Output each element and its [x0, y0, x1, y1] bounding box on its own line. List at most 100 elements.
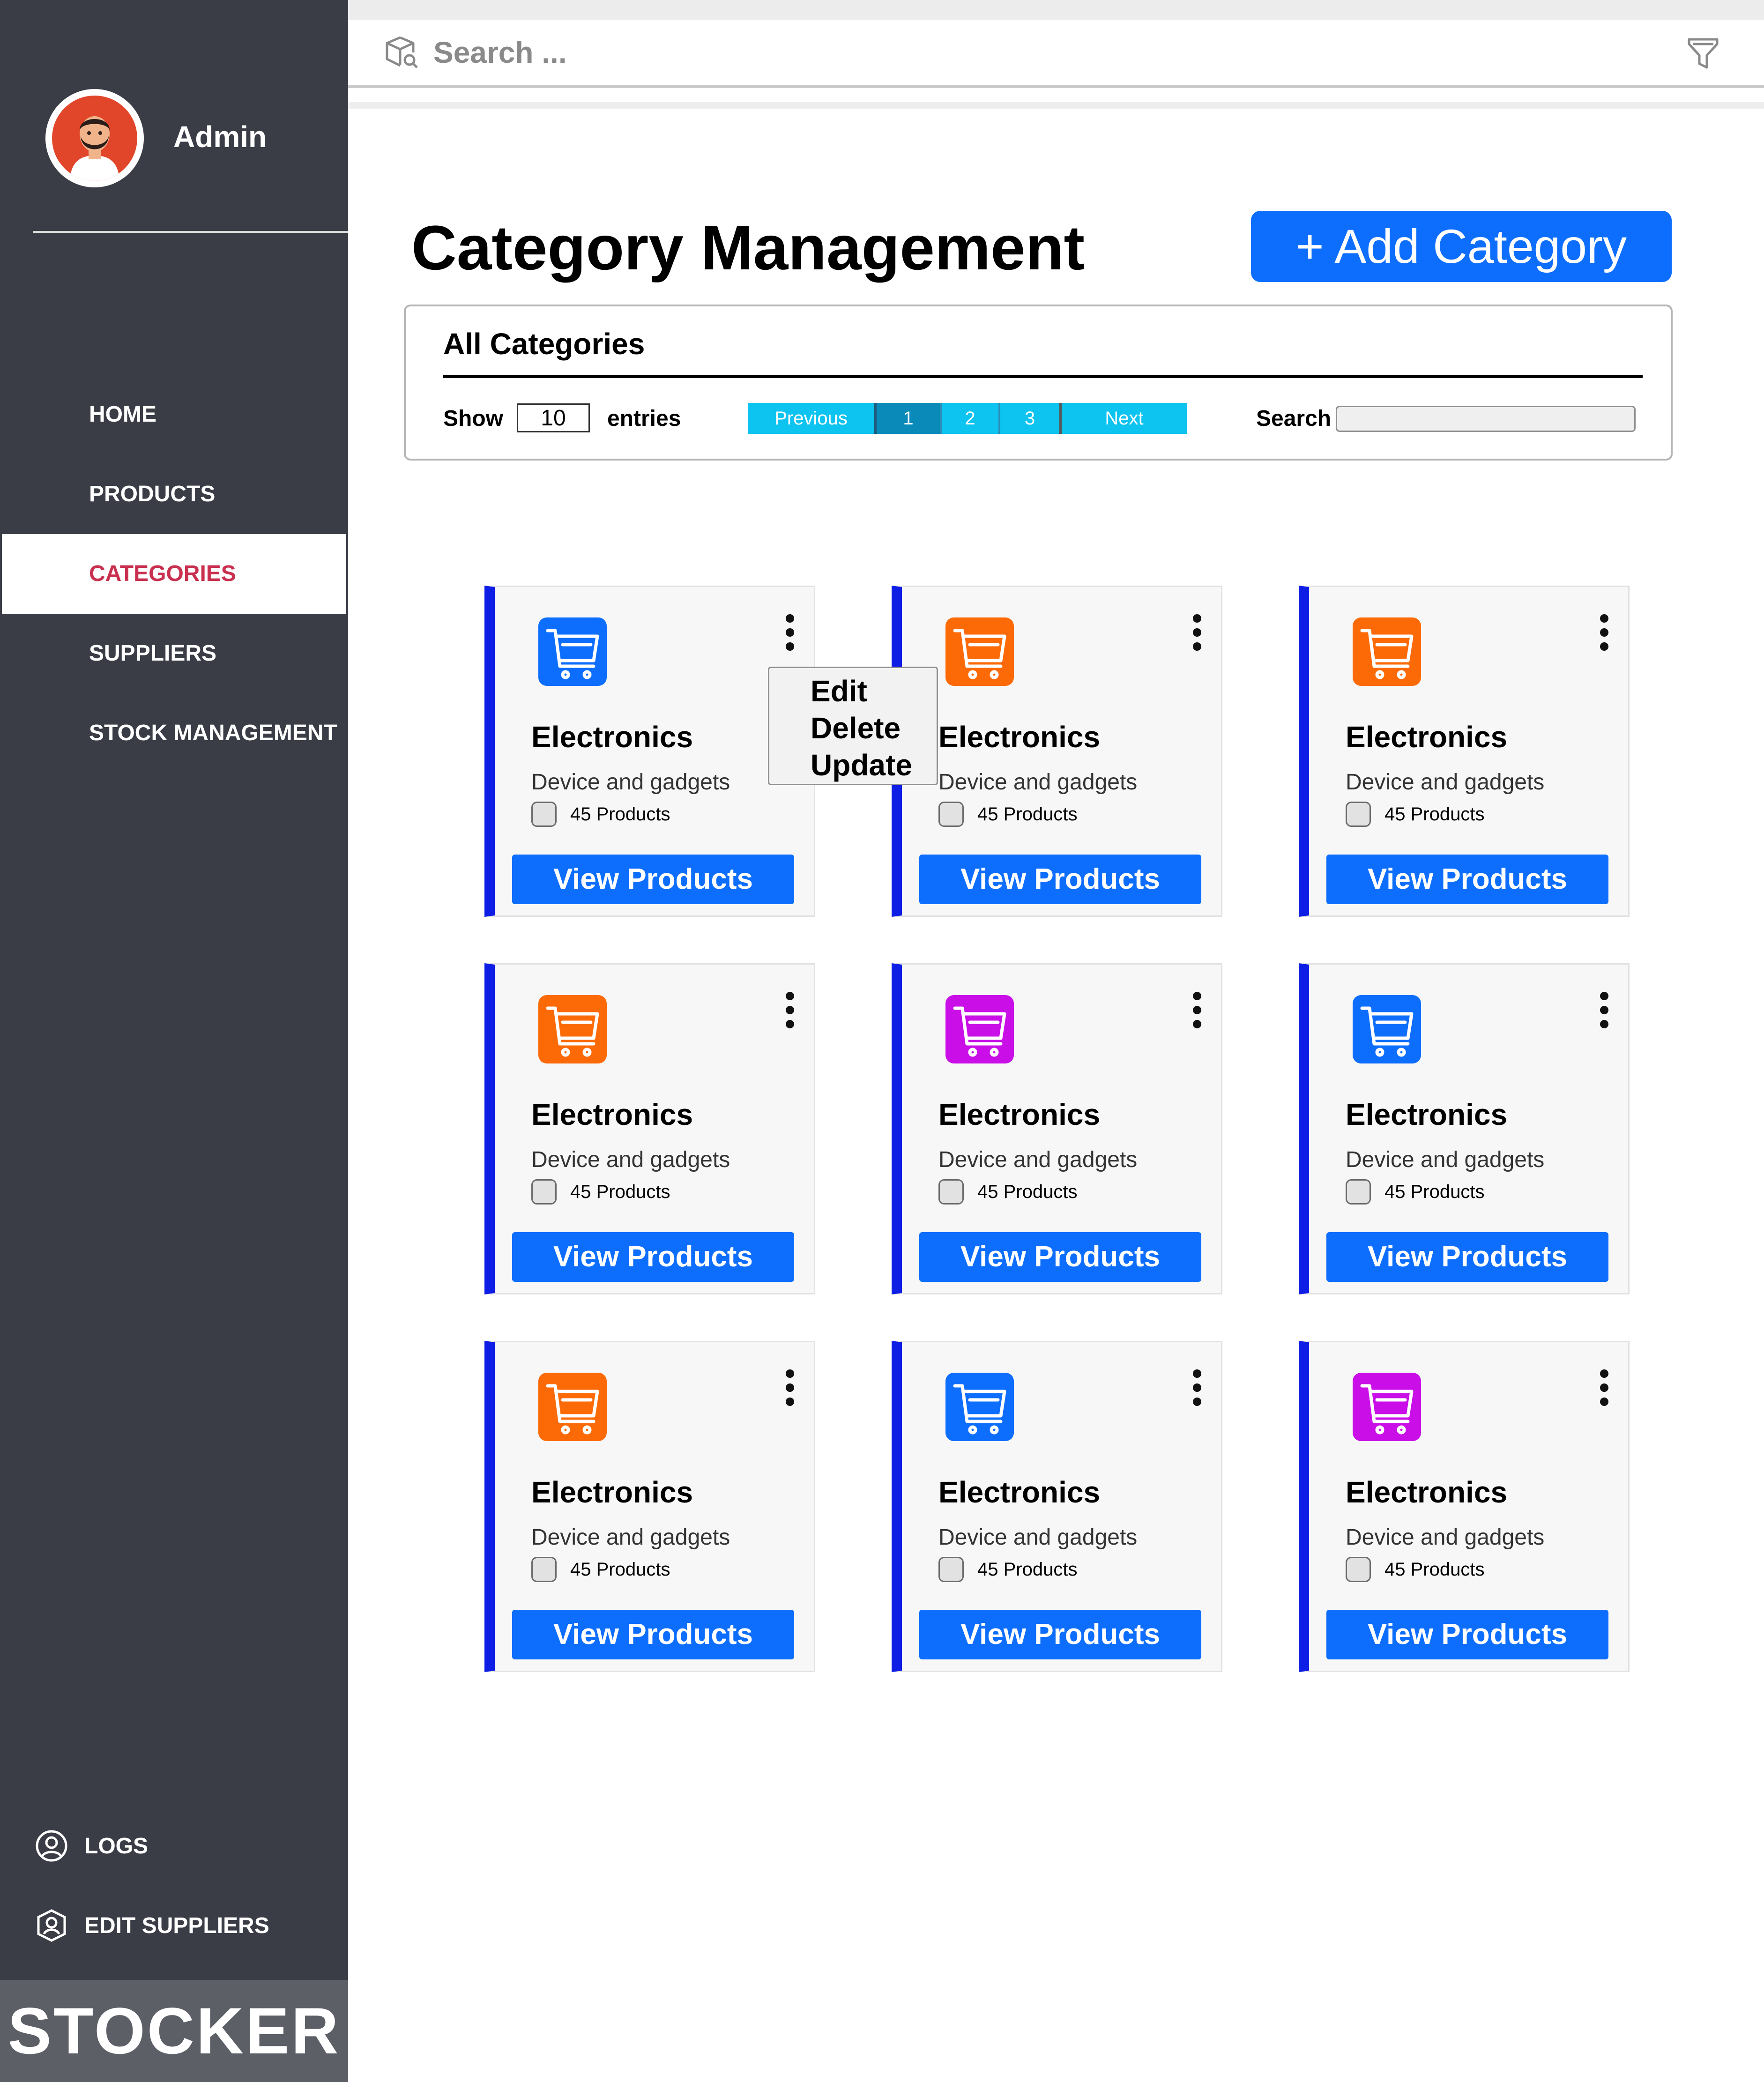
- sidebar-item-logs[interactable]: LOGS: [33, 1825, 148, 1867]
- cart-icon: [538, 617, 607, 686]
- category-title: Electronics: [1346, 720, 1508, 754]
- category-title: Electronics: [938, 720, 1101, 754]
- view-products-button[interactable]: View Products: [919, 855, 1201, 904]
- panel-divider: [443, 375, 1643, 378]
- pagination-page-1[interactable]: 1: [874, 403, 940, 434]
- cart-icon: [1353, 617, 1421, 686]
- more-options-icon[interactable]: [784, 1369, 796, 1408]
- category-card: Electronics Device and gadgets 45 Produc…: [1299, 586, 1630, 917]
- brand-logo: STOCKER: [0, 1980, 348, 2082]
- category-title: Electronics: [531, 1098, 693, 1131]
- pagination-next[interactable]: Next: [1062, 403, 1187, 434]
- more-options-icon[interactable]: [1598, 992, 1610, 1030]
- sidebar-item-edit-suppliers[interactable]: EDIT SUPPLIERS: [33, 1904, 269, 1947]
- more-options-icon[interactable]: [784, 992, 796, 1030]
- category-description: Device and gadgets: [531, 1525, 730, 1550]
- search-input[interactable]: Search ...: [433, 34, 567, 71]
- cart-icon: [1353, 995, 1421, 1063]
- category-checkbox[interactable]: [531, 1557, 557, 1582]
- product-count: 45 Products: [1384, 1559, 1485, 1580]
- pagination-page-3[interactable]: 3: [998, 403, 1062, 434]
- top-strip: [348, 0, 1764, 20]
- category-checkbox[interactable]: [1346, 1557, 1371, 1582]
- category-description: Device and gadgets: [938, 1525, 1138, 1550]
- product-count: 45 Products: [570, 804, 670, 825]
- global-search-bar[interactable]: Search ...: [348, 20, 1764, 88]
- category-card: Electronics Device and gadgets 45 Produc…: [892, 586, 1222, 917]
- category-description: Device and gadgets: [1346, 1147, 1545, 1172]
- more-options-icon[interactable]: [1598, 614, 1610, 653]
- avatar[interactable]: [45, 89, 144, 187]
- filter-icon[interactable]: [1684, 34, 1722, 71]
- add-category-button[interactable]: + Add Category: [1251, 211, 1672, 282]
- category-card: Electronics Device and gadgets 45 Produc…: [1299, 1341, 1630, 1672]
- more-options-icon[interactable]: [784, 614, 796, 653]
- sidebar-divider: [33, 231, 348, 233]
- categories-table-panel: All Categories Show 10 entries Previous …: [404, 305, 1673, 461]
- cart-icon: [945, 1373, 1014, 1441]
- table-search-input[interactable]: [1336, 406, 1636, 432]
- category-checkbox[interactable]: [1346, 802, 1371, 827]
- sidebar-item-label: LOGS: [84, 1833, 149, 1859]
- category-checkbox[interactable]: [531, 802, 557, 827]
- menu-item-update[interactable]: Update: [811, 747, 937, 784]
- product-count: 45 Products: [977, 1559, 1078, 1580]
- category-title: Electronics: [938, 1098, 1101, 1131]
- more-options-icon[interactable]: [1191, 614, 1203, 653]
- category-checkbox[interactable]: [1346, 1179, 1371, 1205]
- view-products-button[interactable]: View Products: [512, 1610, 794, 1659]
- category-checkbox[interactable]: [938, 1557, 964, 1582]
- sidebar-item-products[interactable]: PRODUCTS: [0, 454, 348, 534]
- view-products-button[interactable]: View Products: [1326, 1232, 1608, 1282]
- entries-label: entries: [607, 406, 681, 431]
- view-products-button[interactable]: View Products: [919, 1232, 1201, 1282]
- sidebar-item-categories[interactable]: CATEGORIES: [2, 534, 346, 614]
- category-description: Device and gadgets: [1346, 1525, 1545, 1550]
- category-card: Electronics Device and gadgets 45 Produc…: [1299, 963, 1630, 1294]
- cart-icon: [538, 1373, 607, 1441]
- category-checkbox[interactable]: [938, 802, 964, 827]
- menu-item-edit[interactable]: Edit: [811, 673, 937, 710]
- table-search-label: Search: [1256, 406, 1332, 431]
- more-options-icon[interactable]: [1191, 992, 1203, 1030]
- category-checkbox[interactable]: [531, 1179, 557, 1205]
- view-products-button[interactable]: View Products: [512, 855, 794, 904]
- product-count: 45 Products: [570, 1559, 670, 1580]
- sidebar: Admin HOME PRODUCTS CATEGORIES SUPPLIERS…: [0, 0, 348, 2082]
- search-underline: [348, 102, 1764, 109]
- more-options-icon[interactable]: [1598, 1369, 1610, 1408]
- user-shield-icon: [33, 1907, 70, 1944]
- cube-search-icon: [383, 34, 421, 71]
- category-card: Electronics Device and gadgets 45 Produc…: [892, 963, 1222, 1294]
- avatar-image: [52, 96, 137, 181]
- category-title: Electronics: [1346, 1098, 1508, 1131]
- category-description: Device and gadgets: [531, 770, 730, 795]
- view-products-button[interactable]: View Products: [512, 1232, 794, 1282]
- view-products-button[interactable]: View Products: [1326, 1610, 1608, 1659]
- user-name: Admin: [173, 120, 267, 154]
- sidebar-item-label: EDIT SUPPLIERS: [84, 1913, 269, 1938]
- view-products-button[interactable]: View Products: [1326, 855, 1608, 904]
- category-card: Electronics Device and gadgets 45 Produc…: [892, 1341, 1222, 1672]
- card-context-menu: Edit Delete Update: [768, 667, 938, 785]
- pagination-page-2[interactable]: 2: [940, 403, 998, 434]
- entries-select[interactable]: 10: [517, 403, 590, 432]
- pagination-previous[interactable]: Previous: [748, 403, 874, 434]
- category-card: Electronics Device and gadgets 45 Produc…: [484, 1341, 815, 1672]
- page-title: Category Management: [411, 213, 1085, 283]
- panel-title: All Categories: [443, 327, 645, 361]
- cart-icon: [1353, 1373, 1421, 1441]
- more-options-icon[interactable]: [1191, 1369, 1203, 1408]
- menu-item-delete[interactable]: Delete: [811, 710, 937, 747]
- show-label: Show: [443, 406, 503, 431]
- sidebar-item-home[interactable]: HOME: [0, 375, 348, 454]
- category-title: Electronics: [531, 720, 693, 754]
- sidebar-item-suppliers[interactable]: SUPPLIERS: [0, 614, 348, 693]
- view-products-button[interactable]: View Products: [919, 1610, 1201, 1659]
- category-title: Electronics: [938, 1475, 1101, 1509]
- category-description: Device and gadgets: [938, 1147, 1138, 1172]
- sidebar-item-stock-management[interactable]: STOCK MANAGEMENT: [0, 693, 348, 773]
- product-count: 45 Products: [1384, 804, 1485, 825]
- category-checkbox[interactable]: [938, 1179, 964, 1205]
- category-description: Device and gadgets: [1346, 770, 1545, 795]
